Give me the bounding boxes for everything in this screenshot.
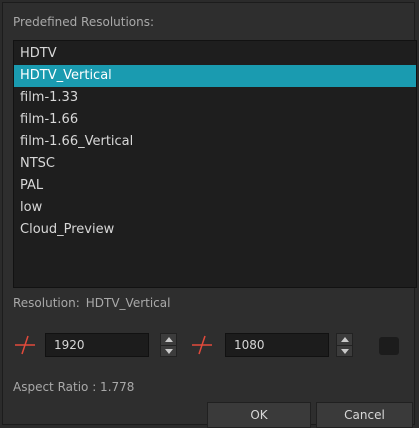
ok-button[interactable]: OK [207, 402, 311, 428]
list-item[interactable]: NTSC [14, 153, 416, 175]
list-item[interactable]: film-1.33 [14, 87, 416, 109]
list-item[interactable]: film-1.66 [14, 109, 416, 131]
width-increment-button[interactable] [161, 334, 176, 346]
height-increment-button[interactable] [337, 334, 352, 346]
list-item-selected[interactable]: HDTV_Vertical [14, 65, 416, 87]
list-item[interactable]: low [14, 197, 416, 219]
resolution-list[interactable]: HDTV HDTV_Vertical film-1.33 film-1.66 f… [13, 40, 417, 288]
list-item[interactable]: HDTV [14, 43, 416, 65]
resolution-dialog: Predefined Resolutions: HDTV HDTV_Vertic… [2, 2, 417, 428]
dimensions-row: 1920 1080 [3, 330, 419, 360]
resolution-label: Resolution: [13, 296, 80, 310]
axis-y-icon [190, 333, 214, 357]
height-decrement-button[interactable] [337, 346, 352, 357]
resolution-value: HDTV_Vertical [85, 296, 171, 310]
cancel-button[interactable]: Cancel [316, 402, 413, 428]
height-field[interactable]: 1080 [225, 333, 329, 357]
width-field[interactable]: 1920 [45, 333, 149, 357]
list-item[interactable]: Cloud_Preview [14, 219, 416, 241]
axis-x-icon [13, 333, 37, 357]
predefined-resolutions-label: Predefined Resolutions: [13, 15, 155, 29]
list-item[interactable]: PAL [14, 175, 416, 197]
list-item[interactable]: film-1.66_Vertical [14, 131, 416, 153]
aspect-ratio-label: Aspect Ratio : 1.778 [13, 380, 135, 394]
height-stepper[interactable] [336, 333, 353, 357]
lock-ratio-icon[interactable] [379, 337, 399, 355]
width-decrement-button[interactable] [161, 346, 176, 357]
resolution-readout: Resolution: HDTV_Vertical [13, 296, 170, 310]
width-stepper[interactable] [160, 333, 177, 357]
